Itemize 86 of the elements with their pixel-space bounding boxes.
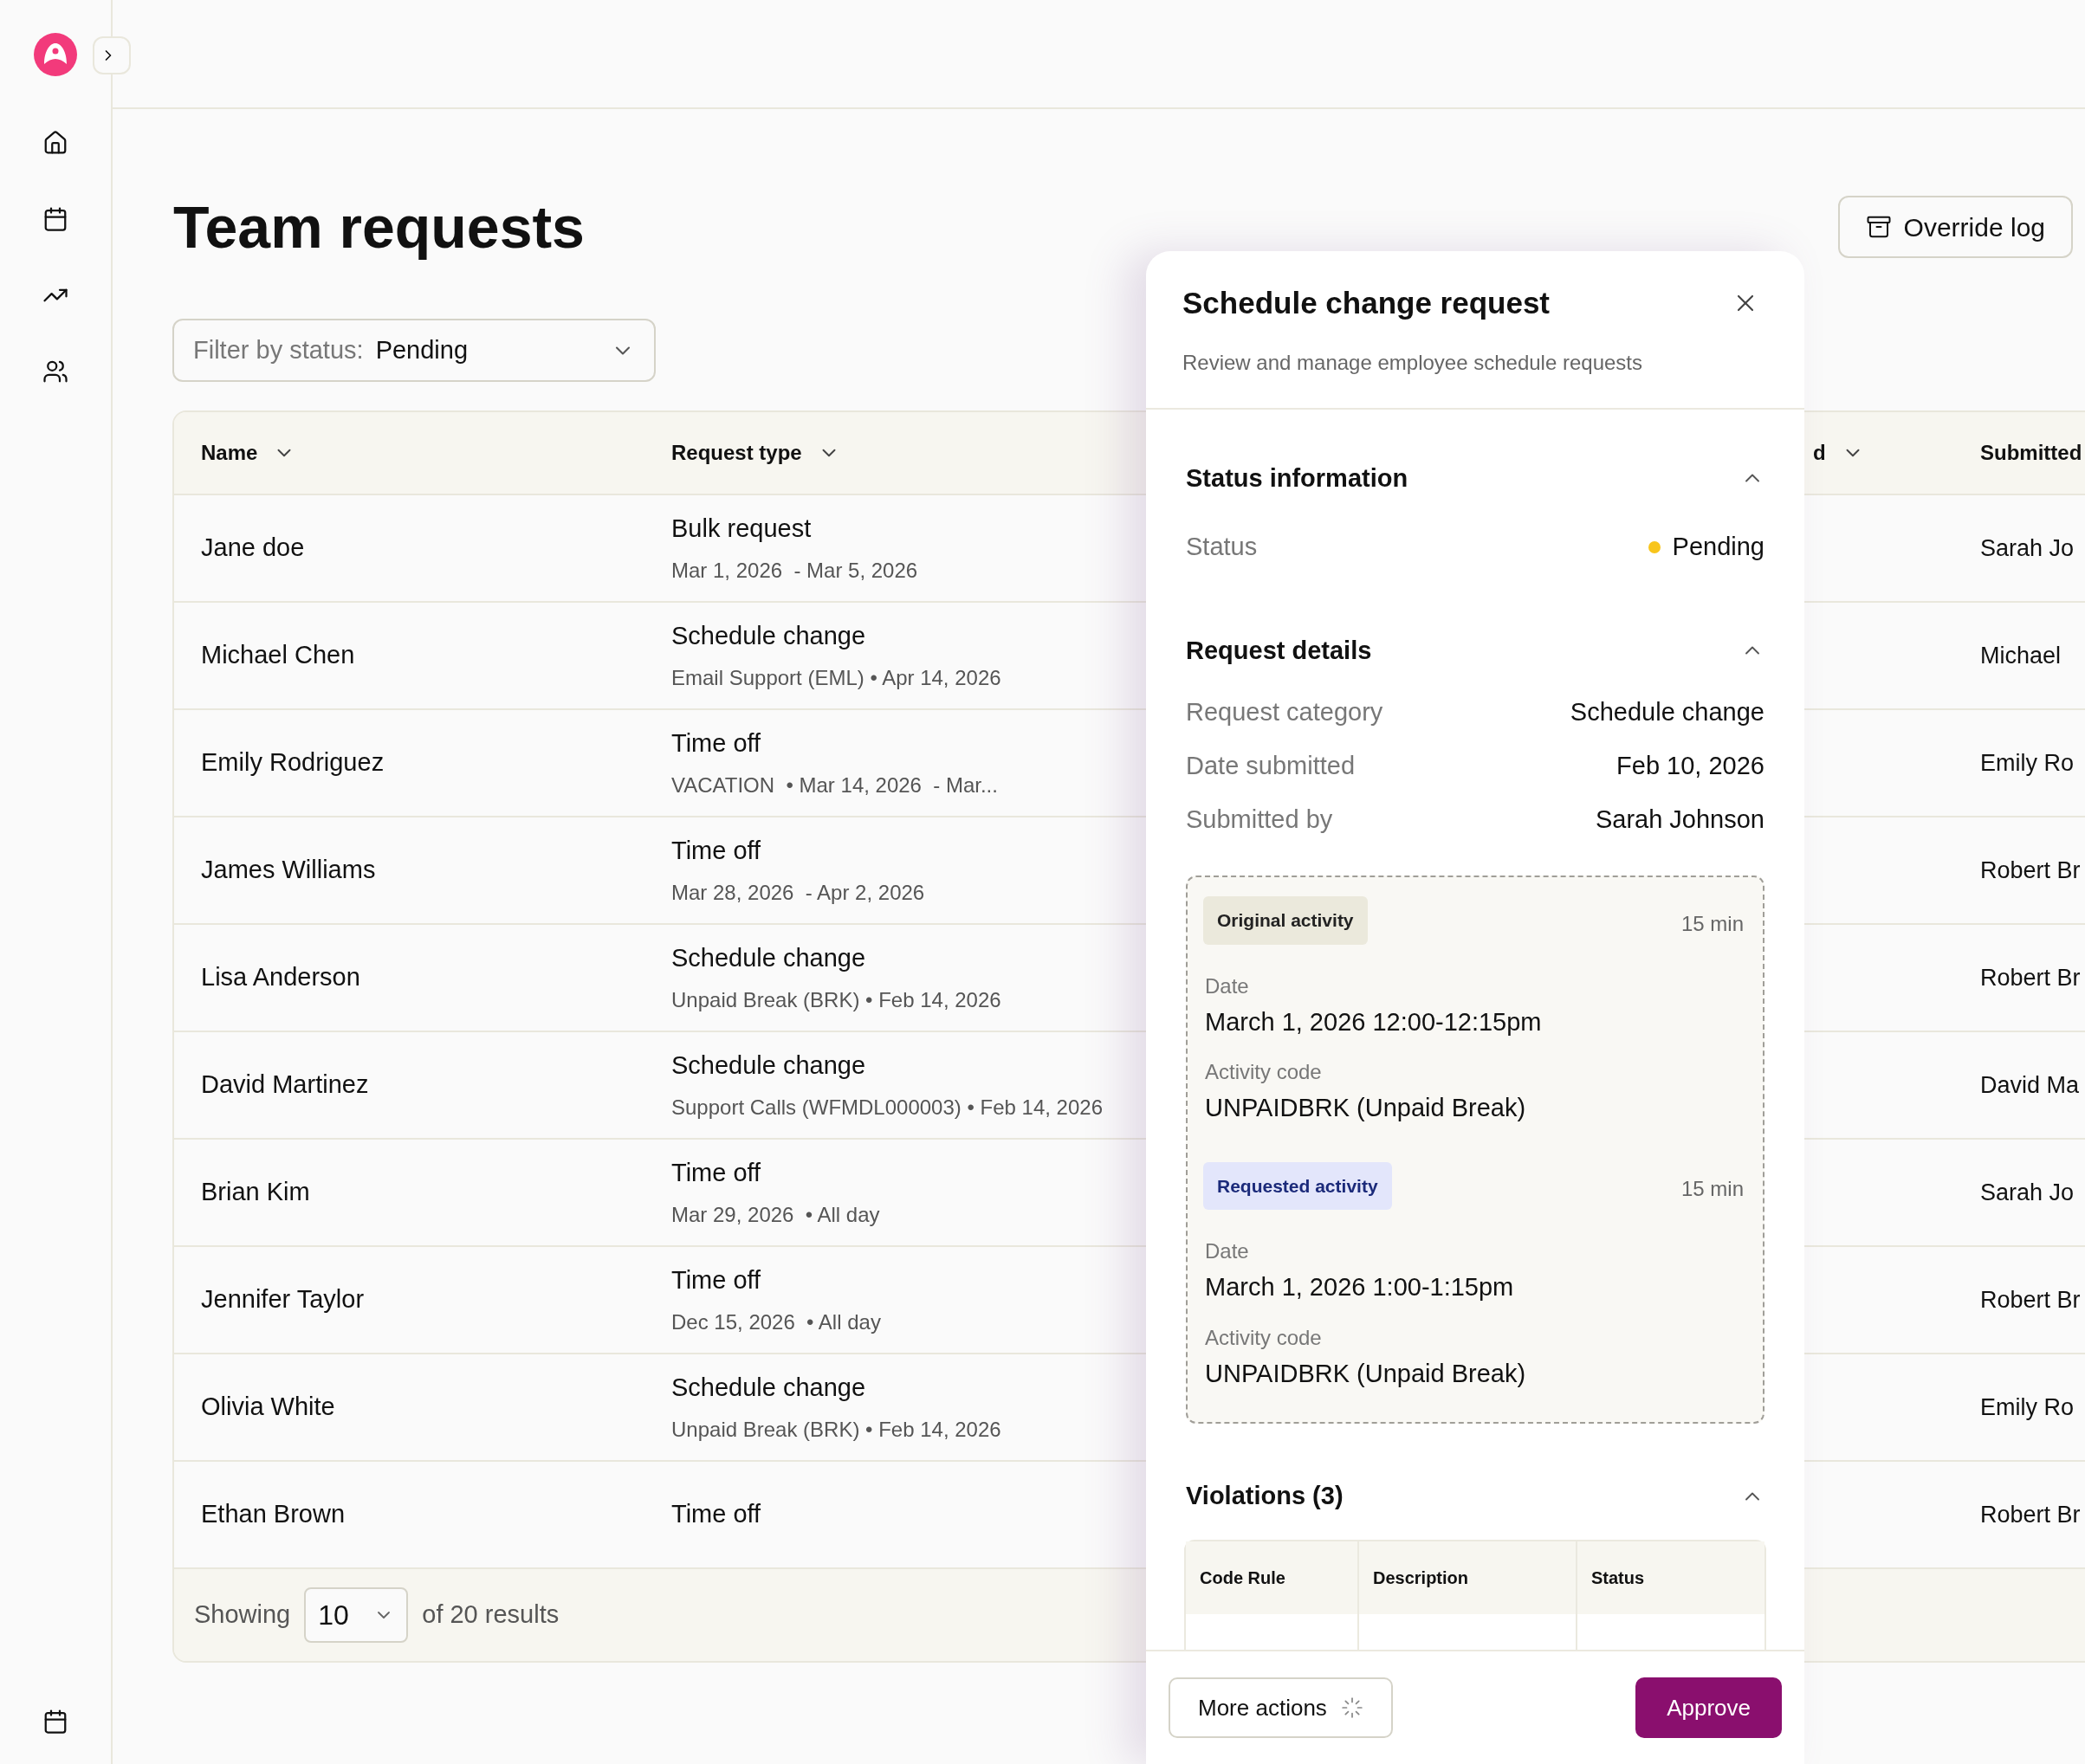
logo-icon[interactable] [34,33,77,76]
field-value: UNPAIDBRK (Unpaid Break) [1205,1093,1527,1123]
panel-subtitle: Review and manage employee schedule requests [1182,349,1643,376]
override-log-button[interactable]: Override log [1837,196,2073,258]
field-value: UNPAIDBRK (Unpaid Break) [1205,1358,1527,1389]
table-cell-text: Robert Br [1980,1285,2081,1315]
field-label: Status [1186,532,1258,562]
field-value: March 1, 2026 12:00-12:15pm [1205,1006,1543,1037]
approve-button[interactable]: Approve [1635,1677,1782,1738]
people-icon[interactable] [42,359,68,384]
table-cell-text: Emily Ro [1980,1392,2074,1422]
table-cell-text: Time off [671,836,761,867]
table-cell-text: Sarah Jo [1980,1178,2075,1207]
field-label: Date [1205,972,1250,999]
results-count: of 20 results [422,1599,560,1631]
request-detail: Unpaid Break (BRK) • Feb 14, 2026 [671,1416,1001,1443]
field-value: Schedule change [1570,697,1764,728]
table-cell-text: Lisa Anderson [201,962,360,993]
request-detail: Mar 28, 2026 - Apr 2, 2026 [671,879,925,906]
table-cell-text: Time off [671,1158,761,1189]
field-label: Activity code [1205,1059,1323,1085]
calendar-icon[interactable] [42,1709,68,1735]
field-value: March 1, 2026 1:00-1:15pm [1205,1272,1515,1302]
table-cell-text: Time off [671,728,761,759]
table-cell-text: Schedule change [671,621,866,652]
section-title: Violations (3) [1186,1481,1344,1511]
table-cell-text: Olivia White [201,1392,335,1423]
table-cell-text: Jane doe [201,533,305,564]
more-actions-button[interactable]: More actions [1169,1677,1393,1738]
field-label: Submitted by [1186,804,1333,836]
section-title: Request details [1186,635,1372,666]
table-cell-text: Schedule change [671,1050,866,1082]
request-detail: Support Calls (WFMDL000003) • Feb 14, 2026 [671,1094,1103,1121]
showing-label: Showing [194,1599,291,1631]
request-detail: Unpaid Break (BRK) • Feb 14, 2026 [671,986,1001,1013]
table-cell-text: Sarah Jo [1980,533,2075,563]
field-label: Date submitted [1186,751,1356,782]
column-header[interactable]: Submitted [1980,437,2082,468]
table-cell-text: Time off [671,1265,761,1296]
table-cell-text: Michael Chen [201,640,355,671]
calendar-icon[interactable] [42,206,68,232]
table-cell-text: Brian Kim [201,1177,310,1208]
table-cell-text: David Ma [1980,1070,2080,1100]
field-value: Sarah Johnson [1595,804,1764,836]
panel-title: Schedule change request [1182,285,1551,321]
column-header[interactable]: Name [201,437,258,468]
field-label: Activity code [1205,1324,1323,1351]
table-cell-text: David Martinez [201,1069,369,1101]
table-cell-text: Bulk request [671,514,812,545]
home-icon[interactable] [42,130,68,156]
column-header: Code Rule [1200,1567,1285,1589]
table-cell-text: James Williams [201,855,376,886]
archive-icon [1865,214,1892,240]
column-header: Status [1591,1567,1645,1589]
column-header: Description [1373,1567,1469,1589]
page-size-select[interactable]: 10 [304,1587,409,1643]
activity-badge: Original activity [1203,896,1368,945]
field-label: Request category [1186,697,1383,728]
table-cell-text: Schedule change [671,943,866,974]
section-title: Status information [1186,462,1408,494]
table-cell-text: Robert Br [1980,1500,2081,1529]
field-value: Feb 10, 2026 [1616,751,1764,782]
request-detail: Mar 1, 2026 - Mar 5, 2026 [671,557,918,584]
table-cell-text: Time off [671,1499,761,1530]
spinner-icon [1340,1696,1363,1719]
table-cell-text: Jennifer Taylor [201,1284,365,1315]
activity-badge: Requested activity [1203,1161,1392,1210]
table-cell-text: Ethan Brown [201,1499,346,1530]
sidebar-toggle[interactable] [93,36,131,74]
request-detail: Email Support (EML) • Apr 14, 2026 [671,664,1001,691]
column-header[interactable]: Request type [671,437,802,468]
duration: 15 min [1680,1176,1744,1203]
status-value: Pending [1672,532,1764,562]
table-cell-text: Schedule change [671,1373,866,1404]
status-filter[interactable]: Filter by status: Pending [172,319,656,382]
request-detail: Dec 15, 2026 • All day [671,1308,881,1335]
request-detail: Mar 29, 2026 • All day [671,1201,880,1228]
table-cell-text: Michael [1980,641,2062,670]
request-detail: VACATION • Mar 14, 2026 - Mar... [671,772,998,798]
field-label: Date [1205,1238,1250,1264]
table-cell-text: Robert Br [1980,963,2081,992]
table-cell-text: Emily Rodriguez [201,747,385,779]
table-cell-text: Emily Ro [1980,748,2074,778]
column-header[interactable]: d [1813,437,1826,468]
duration: 15 min [1680,910,1744,937]
table-cell-text: Robert Br [1980,856,2081,885]
